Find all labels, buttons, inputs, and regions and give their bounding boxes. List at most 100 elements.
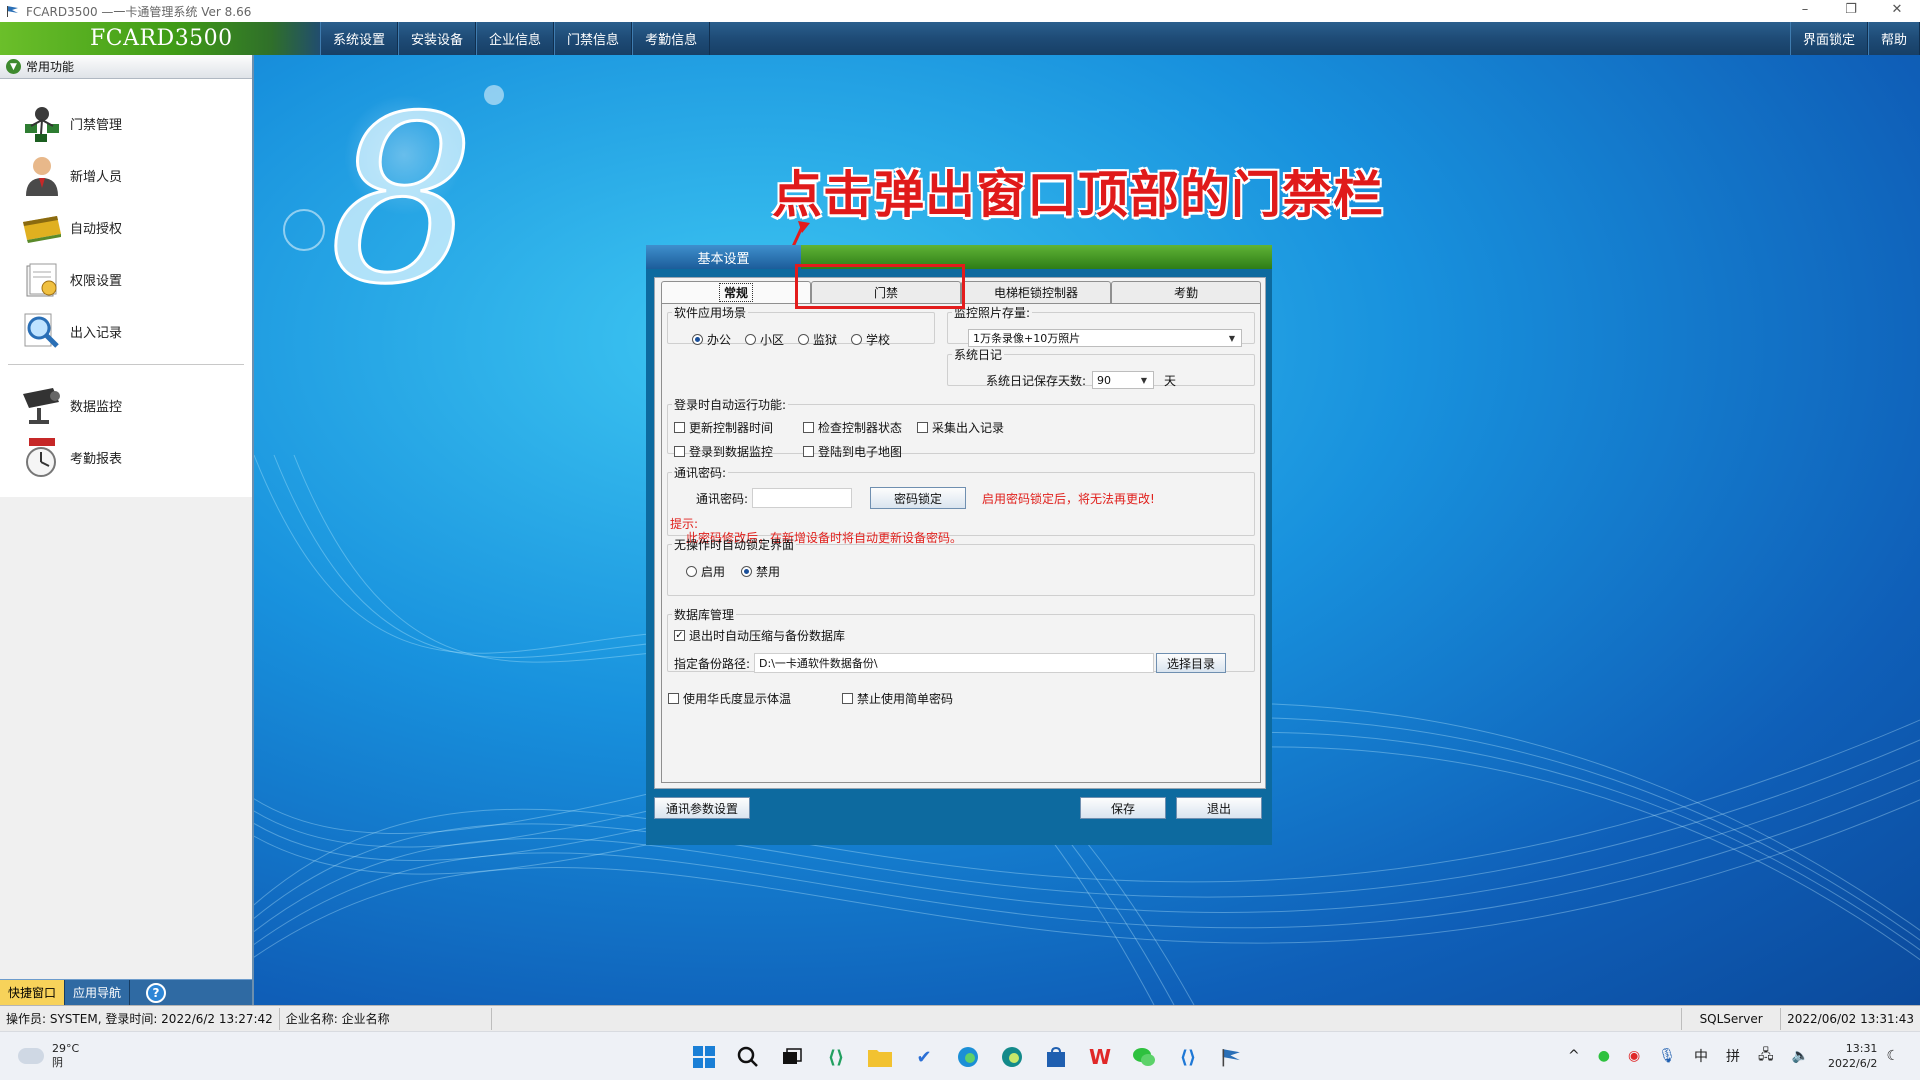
password-lock-button[interactable]: 密码锁定 <box>870 487 967 509</box>
checkbox-icon[interactable] <box>803 446 814 457</box>
chevron-down-icon[interactable]: ▼ <box>1141 376 1147 385</box>
restore-button[interactable]: ❐ <box>1828 0 1874 22</box>
left-panel: ▼ 常用功能 门禁管理 新增人员 自动授权 权限设置 出入记录 数据监控 考勤报… <box>0 55 254 1005</box>
title-bar: FCARD3500 —一卡通管理系统 Ver 8.66 – ❐ ✕ <box>0 0 1920 22</box>
browse-directory-button[interactable]: 选择目录 <box>1156 653 1227 673</box>
checkbox-icon[interactable] <box>803 422 814 433</box>
vscode-icon[interactable]: ⟨⟩ <box>819 1040 853 1074</box>
scene-option-prison[interactable]: 监狱 <box>798 331 837 348</box>
checkbox-label: 退出时自动压缩与备份数据库 <box>689 629 846 643</box>
taskbar: 29°C 阴 ⟨⟩ ✔ W ⟨⟩ ^ ● ◉ 🎙 中 拼 🖧 🔈 13:31 2… <box>0 1031 1920 1080</box>
minimize-button[interactable]: – <box>1782 0 1828 22</box>
record-tray-icon[interactable]: ◉ <box>1628 1048 1640 1064</box>
menu-lock-ui[interactable]: 界面锁定 <box>1789 22 1868 55</box>
sidebar-item-auto-authorize[interactable]: 自动授权 <box>0 201 252 253</box>
tab-general[interactable]: 常规 <box>661 281 811 303</box>
checkbox-label: 禁止使用简单密码 <box>857 692 954 706</box>
tab-shortcut-window[interactable]: 快捷窗口 <box>0 980 66 1005</box>
radio-icon[interactable] <box>741 566 753 577</box>
todo-check-icon[interactable]: ✔ <box>907 1040 941 1074</box>
vscode-blue-icon[interactable]: ⟨⟩ <box>1171 1040 1205 1074</box>
task-view-icon[interactable] <box>775 1040 809 1074</box>
menu-install-device[interactable]: 安装设备 <box>398 22 477 55</box>
save-button[interactable]: 保存 <box>1080 797 1166 819</box>
comm-params-button[interactable]: 通讯参数设置 <box>654 797 750 819</box>
sidebar-header[interactable]: ▼ 常用功能 <box>0 55 252 79</box>
chevron-down-icon[interactable]: ▼ <box>6 59 21 74</box>
microphone-icon[interactable]: 🎙 <box>1658 1048 1676 1064</box>
fcard-app-icon[interactable] <box>1215 1040 1249 1074</box>
edge-icon[interactable] <box>951 1040 985 1074</box>
sidebar-item-permissions[interactable]: 权限设置 <box>0 253 252 305</box>
network-icon[interactable]: 🖧 <box>1758 1044 1774 1068</box>
store-icon[interactable] <box>1039 1040 1073 1074</box>
autorun-login-emap[interactable]: 登陆到电子地图 <box>803 443 902 460</box>
windows-start-icon[interactable] <box>687 1040 721 1074</box>
wechat-tray-icon[interactable]: ● <box>1598 1048 1610 1064</box>
backup-path-input[interactable]: D:\一卡通软件数据备份\ <box>754 653 1155 673</box>
sidebar-item-data-monitor[interactable]: 数据监控 <box>0 379 252 431</box>
menu-system-settings[interactable]: 系统设置 <box>320 22 399 55</box>
edge-dev-icon[interactable] <box>995 1040 1029 1074</box>
exit-button[interactable]: 退出 <box>1176 797 1262 819</box>
password-label: 通讯密码: <box>696 491 749 506</box>
password-input[interactable] <box>752 488 853 508</box>
tab-attendance[interactable]: 考勤 <box>1111 281 1261 303</box>
sidebar-item-door-management[interactable]: 门禁管理 <box>0 97 252 149</box>
wechat-icon[interactable] <box>1127 1040 1161 1074</box>
ime-mode[interactable]: 拼 <box>1726 1046 1740 1066</box>
radio-icon[interactable] <box>745 334 757 345</box>
autorun-update-time[interactable]: 更新控制器时间 <box>674 419 789 436</box>
checkbox-icon[interactable] <box>842 693 853 704</box>
radio-icon[interactable] <box>798 334 810 345</box>
close-button[interactable]: ✕ <box>1874 0 1920 22</box>
syslog-days-select[interactable]: 90 ▼ <box>1092 371 1155 389</box>
card-icon <box>18 205 66 249</box>
autorun-check-status[interactable]: 检查控制器状态 <box>803 419 903 436</box>
help-icon[interactable]: ? <box>146 983 167 1003</box>
main-workspace: 8 点击弹出窗口顶部的门禁栏 基本设置 常规 门禁 电梯柜锁控制器 考勤 软件应… <box>254 55 1920 1005</box>
autorun-collect-records[interactable]: 采集出入记录 <box>917 419 1004 436</box>
volume-icon[interactable]: 🔈 <box>1792 1048 1809 1064</box>
moon-icon[interactable]: ☾ <box>1886 1048 1899 1064</box>
scene-option-school[interactable]: 学校 <box>851 331 890 348</box>
menu-help[interactable]: 帮助 <box>1867 22 1920 55</box>
door-access-icon <box>18 101 66 145</box>
tab-app-navigation[interactable]: 应用导航 <box>65 980 131 1005</box>
menu-access-info[interactable]: 门禁信息 <box>554 22 633 55</box>
chevron-down-icon[interactable]: ▼ <box>1229 334 1235 343</box>
sidebar-item-access-records[interactable]: 出入记录 <box>0 305 252 357</box>
checkbox-icon[interactable] <box>674 446 685 457</box>
tab-label: 常规 <box>718 283 753 302</box>
menu-attendance-info[interactable]: 考勤信息 <box>632 22 711 55</box>
search-icon[interactable] <box>731 1040 765 1074</box>
checkbox-icon[interactable] <box>917 422 928 433</box>
sidebar-item-attendance-report[interactable]: 考勤报表 <box>0 431 252 483</box>
ime-language[interactable]: 中 <box>1694 1046 1708 1066</box>
sidebar-item-label: 新增人员 <box>70 169 123 185</box>
radio-icon[interactable] <box>692 334 703 345</box>
menu-company-info[interactable]: 企业信息 <box>476 22 555 55</box>
taskbar-clock[interactable]: 13:31 2022/6/2 <box>1828 1041 1877 1071</box>
checkbox-icon[interactable] <box>668 693 679 704</box>
autorun-login-monitor[interactable]: 登录到数据监控 <box>674 443 789 460</box>
idle-lock-disable[interactable]: 禁用 <box>741 563 780 580</box>
scene-option-office[interactable]: 办公 <box>692 331 731 348</box>
auto-backup-checkbox[interactable]: ✓ 退出时自动压缩与备份数据库 <box>674 627 845 644</box>
checkbox-icon[interactable]: ✓ <box>674 630 685 641</box>
checkbox-icon[interactable] <box>674 422 685 433</box>
sidebar-item-add-person[interactable]: 新增人员 <box>0 149 252 201</box>
tray-expand-icon[interactable]: ^ <box>1568 1048 1580 1064</box>
idle-lock-enable[interactable]: 启用 <box>686 563 725 580</box>
wps-icon[interactable]: W <box>1083 1040 1117 1074</box>
radio-icon[interactable] <box>851 334 863 345</box>
no-simple-password-checkbox[interactable]: 禁止使用简单密码 <box>842 690 953 707</box>
weather-widget[interactable]: 29°C 阴 <box>18 1042 218 1070</box>
fahrenheit-checkbox[interactable]: 使用华氏度显示体温 <box>668 690 828 707</box>
radio-icon[interactable] <box>686 566 697 577</box>
photo-capacity-select[interactable]: 1万条录像+10万照片 ▼ <box>968 329 1242 347</box>
file-explorer-icon[interactable] <box>863 1040 897 1074</box>
option-label: 学校 <box>866 333 891 347</box>
scene-option-community[interactable]: 小区 <box>745 331 784 348</box>
tab-elevator-locker[interactable]: 电梯柜锁控制器 <box>961 281 1111 303</box>
